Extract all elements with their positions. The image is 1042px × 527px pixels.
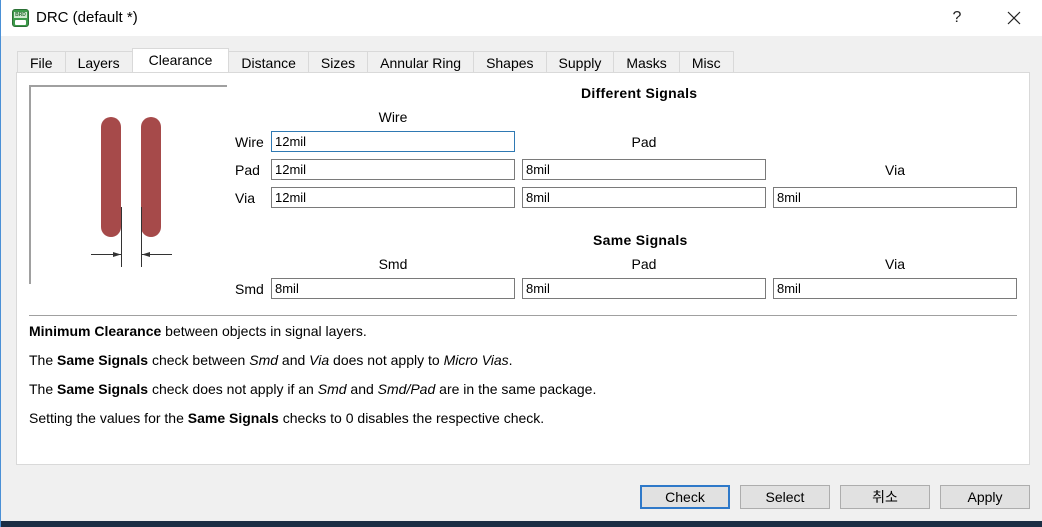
separator [29,315,1017,316]
row-label-smd: Smd [235,281,264,297]
desc-italic: Micro Vias [443,352,509,368]
pad-strip-left [101,117,121,237]
window-title: DRC (default *) [36,9,138,26]
tab-supply[interactable]: Supply [545,51,615,73]
tab-masks[interactable]: Masks [613,51,680,73]
description-line-4: Setting the values for the Same Signals … [29,410,544,426]
desc-text: checks to 0 disables the respective chec… [278,410,545,426]
tab-bar: File Layers Clearance Distance Sizes Ann… [17,48,734,73]
desc-text: . [508,352,513,368]
via-pad-clearance-input[interactable] [522,187,766,208]
tab-misc[interactable]: Misc [678,51,734,73]
clearance-panel: Different Signals Wire Pad Via Wire Pad … [16,72,1030,465]
check-button[interactable]: Check [640,485,730,509]
desc-text: and [346,381,378,397]
desc-text: and [278,352,310,368]
col-label-via: Via [885,256,905,272]
title-bar: BRD DRC (default *) ? [1,0,1042,36]
desc-italic: Smd [249,352,279,368]
different-signals-heading: Different Signals [581,85,698,101]
desc-italic: Smd [317,381,347,397]
desc-text: The [29,352,58,368]
col-label-pad: Pad [631,134,657,150]
arrowhead-icon [113,252,121,257]
row-label-pad: Pad [235,162,260,178]
pad-pad-clearance-input[interactable] [522,159,766,180]
close-button[interactable] [999,6,1029,30]
via-wire-clearance-input[interactable] [271,187,515,208]
desc-text: check does not apply if an [148,381,318,397]
clearance-illustration [29,85,227,284]
desc-text: between objects in signal layers. [161,323,367,339]
col-label-smd: Smd [378,256,408,272]
smd-pad-clearance-input[interactable] [522,278,766,299]
select-button[interactable]: Select [740,485,830,509]
smd-via-clearance-input[interactable] [773,278,1017,299]
drc-dialog: BRD DRC (default *) ? File Layers Cleara… [0,0,1042,527]
pad-strip-right [141,117,161,237]
desc-bold: Same Signals [187,410,279,426]
description-line-3: The Same Signals check does not apply if… [29,381,596,397]
col-label-pad: Pad [631,256,657,272]
tab-layers[interactable]: Layers [64,51,133,73]
pad-wire-clearance-input[interactable] [271,159,515,180]
tab-annular-ring[interactable]: Annular Ring [367,51,475,73]
tab-file[interactable]: File [17,51,66,73]
tab-distance[interactable]: Distance [228,51,309,73]
cancel-button[interactable]: 취소 [840,485,930,509]
row-label-wire: Wire [235,134,264,150]
desc-italic: Via [309,352,330,368]
desc-text: are in the same package. [435,381,597,397]
desc-text: does not apply to [329,352,444,368]
desc-bold: Same Signals [57,381,149,397]
arrowhead-icon [142,252,150,257]
desc-text: Setting the values for the [29,410,188,426]
description-line-1: Minimum Clearance between objects in sig… [29,323,367,339]
desc-italic: Smd/Pad [377,381,436,397]
same-signals-heading: Same Signals [593,232,688,248]
tab-shapes[interactable]: Shapes [473,51,547,73]
row-label-via: Via [235,190,255,206]
desc-text: check between [148,352,250,368]
description-line-2: The Same Signals check between Smd and V… [29,352,513,368]
board-icon: BRD [12,9,29,27]
via-via-clearance-input[interactable] [773,187,1017,208]
desc-text: The [29,381,58,397]
apply-button[interactable]: Apply [940,485,1030,509]
col-label-via: Via [885,162,905,178]
taskbar-edge [1,521,1042,527]
desc-bold: Minimum Clearance [29,323,162,339]
wire-wire-clearance-input[interactable] [271,131,515,152]
tab-clearance[interactable]: Clearance [131,48,230,72]
smd-smd-clearance-input[interactable] [271,278,515,299]
desc-bold: Same Signals [57,352,149,368]
tab-sizes[interactable]: Sizes [307,51,369,73]
close-icon [1007,11,1021,25]
help-button[interactable]: ? [942,6,972,30]
col-label-wire: Wire [378,109,408,125]
